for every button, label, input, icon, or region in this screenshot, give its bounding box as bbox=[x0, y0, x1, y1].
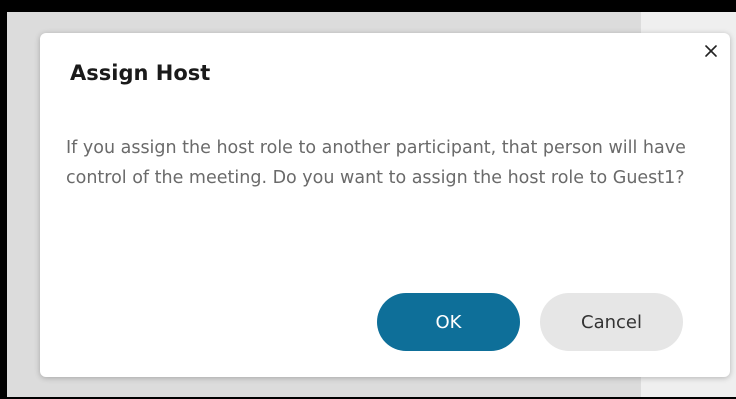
close-icon bbox=[704, 44, 718, 58]
cancel-button[interactable]: Cancel bbox=[540, 293, 683, 351]
assign-host-dialog: Assign Host If you assign the host role … bbox=[40, 33, 730, 377]
dialog-title: Assign Host bbox=[70, 61, 211, 85]
ok-button[interactable]: OK bbox=[377, 293, 520, 351]
dialog-message: If you assign the host role to another p… bbox=[66, 138, 686, 188]
screen: Assign Host If you assign the host role … bbox=[0, 0, 736, 399]
close-button[interactable] bbox=[702, 42, 720, 60]
